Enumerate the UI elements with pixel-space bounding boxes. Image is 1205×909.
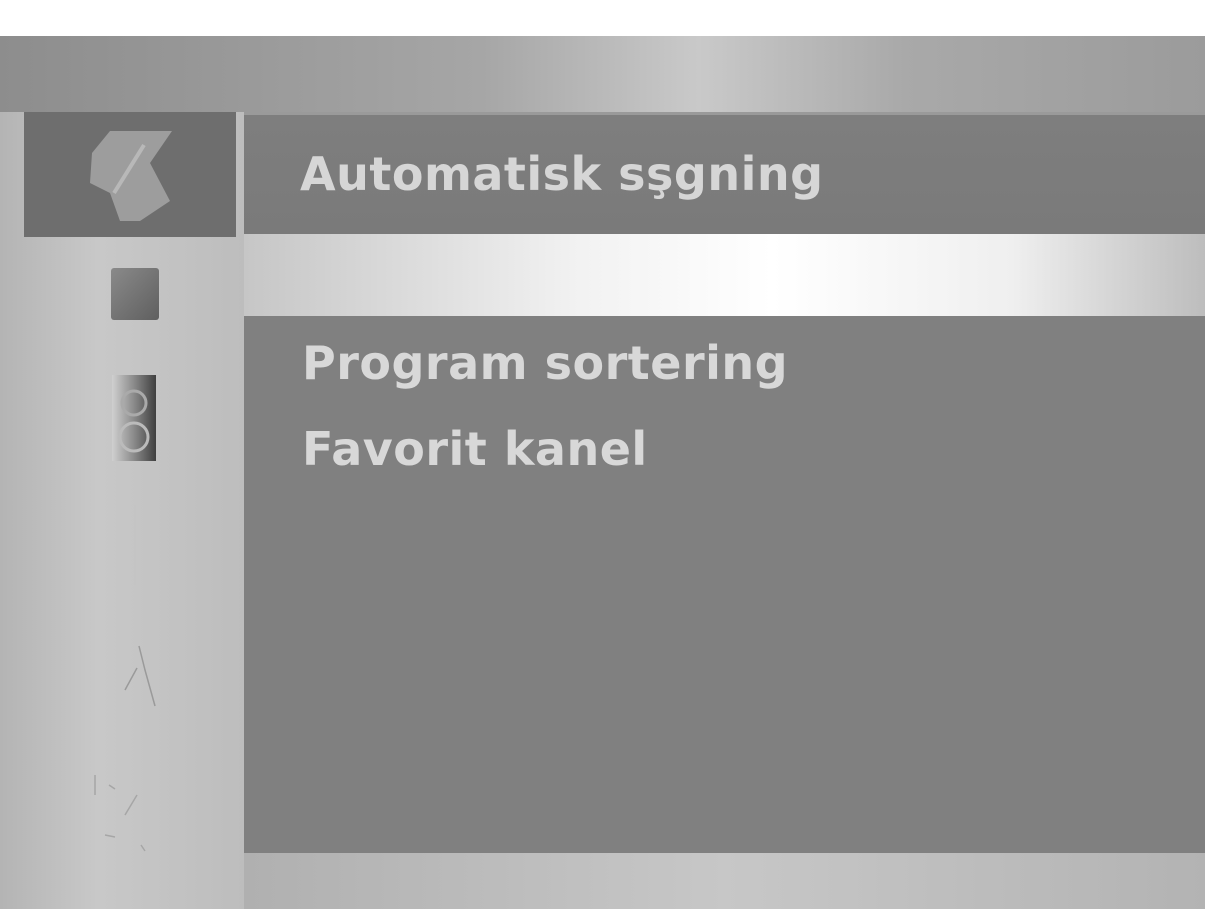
submenu-panel: Program sortering Favorit kanel — [244, 316, 1205, 853]
sidebar — [0, 112, 244, 909]
sidebar-item-faint-2[interactable] — [100, 632, 170, 732]
faint-icon — [85, 755, 165, 869]
menu-item-automatic-search[interactable]: Automatisk sşgning — [300, 147, 824, 201]
bottom-band — [244, 853, 1205, 909]
sidebar-item-lock[interactable] — [88, 364, 178, 474]
tv-screen-icon — [103, 258, 163, 326]
sidebar-item-faint-3[interactable] — [80, 752, 170, 872]
menu-item-favorite-channel[interactable]: Favorit kanel — [302, 422, 648, 476]
header-bar: Automatisk sşgning — [244, 112, 1205, 234]
separator-band — [244, 234, 1205, 316]
top-band — [0, 36, 1205, 112]
sidebar-item-faint-1[interactable] — [100, 502, 170, 592]
faint-icon — [115, 505, 155, 589]
sidebar-item-picture[interactable] — [88, 247, 178, 337]
lock-icon — [98, 367, 168, 471]
satellite-dish-icon — [80, 123, 180, 227]
menu-item-program-sorting[interactable]: Program sortering — [302, 336, 788, 390]
faint-icon — [105, 640, 165, 724]
tv-menu-screen: Automatisk sşgning Program sortering Fav… — [0, 36, 1205, 909]
sidebar-item-installation[interactable] — [24, 112, 236, 237]
